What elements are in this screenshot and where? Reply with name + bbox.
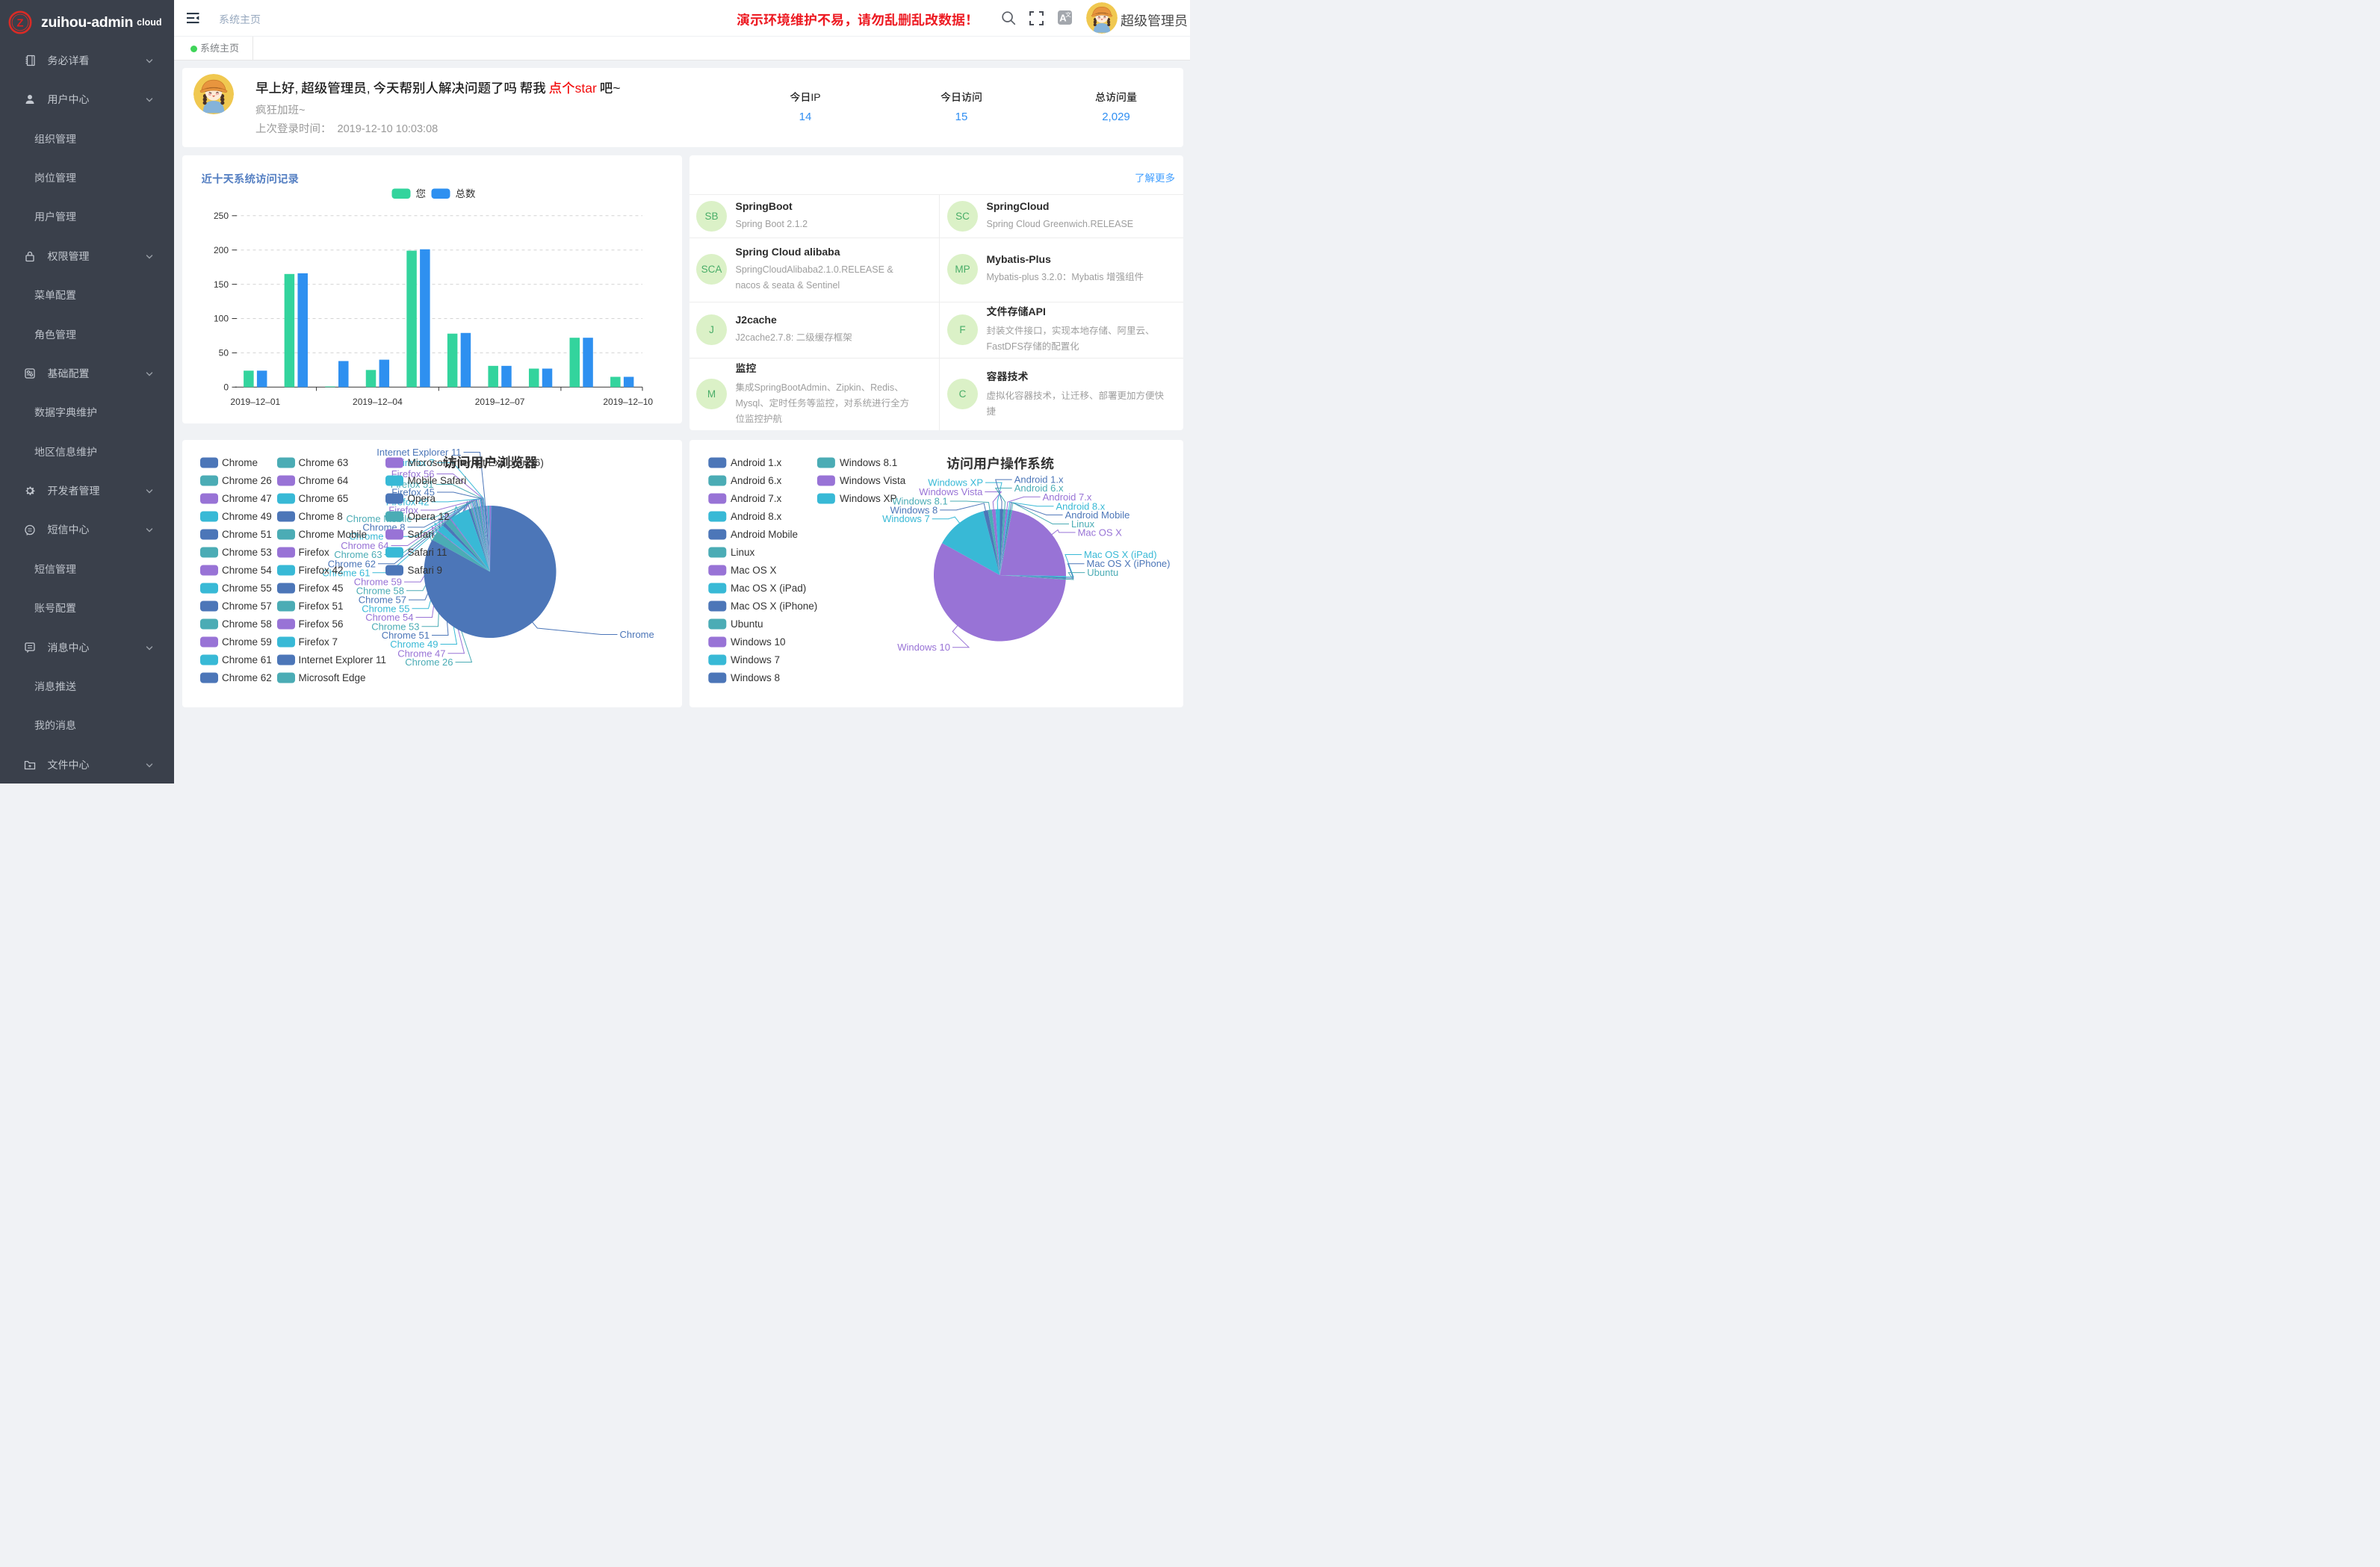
svg-text:Opera 12: Opera 12 [407,511,449,522]
svg-text:250: 250 [213,211,228,221]
svg-text:Windows 7: Windows 7 [731,654,780,665]
svg-text:Firefox 56: Firefox 56 [298,618,343,630]
svg-text:100: 100 [213,313,228,323]
svg-text:Chrome 58: Chrome 58 [222,618,272,630]
svg-text:Chrome 51: Chrome 51 [222,529,272,540]
svg-text:Mac OS X: Mac OS X [731,565,777,576]
svg-text:Android 8.x: Android 8.x [731,511,782,522]
svg-text:Windows 8: Windows 8 [731,672,780,683]
svg-text:Microsoft Edge: Microsoft Edge [298,672,365,683]
svg-text:0: 0 [223,382,229,392]
svg-text:Ubuntu: Ubuntu [731,618,763,630]
svg-text:Mac OS X: Mac OS X [1078,527,1123,538]
svg-text:Opera: Opera [407,493,436,504]
svg-text:Firefox 7: Firefox 7 [298,636,338,648]
svg-text:Firefox 45: Firefox 45 [298,583,343,594]
svg-text:2019–12–04: 2019–12–04 [353,397,403,407]
svg-text:Chrome: Chrome [619,629,654,640]
svg-text:Ubuntu: Ubuntu [1087,567,1118,578]
svg-text:Z: Z [16,17,23,30]
svg-text:Windows 10: Windows 10 [731,636,786,648]
svg-text:文: 文 [1065,12,1071,19]
svg-text:总数: 总数 [455,188,476,199]
svg-text:Windows 7: Windows 7 [882,513,930,524]
svg-text:Mac OS X (iPhone): Mac OS X (iPhone) [731,601,817,612]
svg-text:50: 50 [218,347,229,358]
svg-text:访问用户浏览器: 访问用户浏览器 [443,455,537,470]
svg-text:2019–12–10: 2019–12–10 [603,397,653,407]
svg-text:2019–12–07: 2019–12–07 [474,397,524,407]
svg-text:Chrome 64: Chrome 64 [298,475,348,486]
svg-text:Chrome 61: Chrome 61 [222,654,272,665]
svg-text:Internet Explorer 11: Internet Explorer 11 [298,654,386,665]
svg-text:Windows XP: Windows XP [840,493,897,504]
svg-text:150: 150 [213,279,228,289]
svg-text:Chrome 59: Chrome 59 [222,636,272,648]
svg-text:Android Mobile: Android Mobile [731,529,798,540]
svg-text:Safari 11: Safari 11 [407,547,447,558]
svg-text:Mobile Safari: Mobile Safari [407,475,466,486]
svg-text:Windows Vista: Windows Vista [840,475,906,486]
svg-text:Chrome 63: Chrome 63 [298,457,348,468]
svg-text:Windows 8.1: Windows 8.1 [840,457,897,468]
svg-text:访问用户操作系统: 访问用户操作系统 [946,456,1054,471]
svg-text:近十天系统访问记录: 近十天系统访问记录 [201,173,299,185]
svg-text:Chrome 49: Chrome 49 [222,511,272,522]
svg-text:Chrome 54: Chrome 54 [222,565,272,576]
svg-text:Chrome 8: Chrome 8 [298,511,342,522]
svg-text:Chrome 62: Chrome 62 [222,672,272,683]
svg-text:Chrome 65: Chrome 65 [298,493,348,504]
svg-text:Chrome 57: Chrome 57 [222,601,272,612]
svg-text:Firefox 42: Firefox 42 [298,565,343,576]
svg-text:Safari: Safari [407,529,433,540]
svg-text:Chrome 47: Chrome 47 [222,493,272,504]
svg-text:Firefox 51: Firefox 51 [298,601,343,612]
svg-text:Android 7.x: Android 7.x [731,493,782,504]
svg-text:Chrome 53: Chrome 53 [222,547,272,558]
svg-text:Firefox: Firefox [298,547,329,558]
svg-text:Chrome 26: Chrome 26 [222,475,272,486]
svg-text:Windows 10: Windows 10 [897,642,950,653]
svg-text:Safari 9: Safari 9 [407,565,442,576]
svg-text:Android 1.x: Android 1.x [731,457,782,468]
svg-text:Mac OS X (iPad): Mac OS X (iPad) [731,583,806,594]
svg-text:您: 您 [415,188,426,199]
svg-text:200: 200 [213,244,228,255]
svg-text:Chrome Mobile: Chrome Mobile [298,529,367,540]
svg-text:Linux: Linux [731,547,755,558]
svg-text:Chrome 55: Chrome 55 [222,583,272,594]
svg-text:2019–12–01: 2019–12–01 [230,397,280,407]
svg-text:Android 6.x: Android 6.x [731,475,782,486]
svg-text:Chrome: Chrome [222,457,258,468]
